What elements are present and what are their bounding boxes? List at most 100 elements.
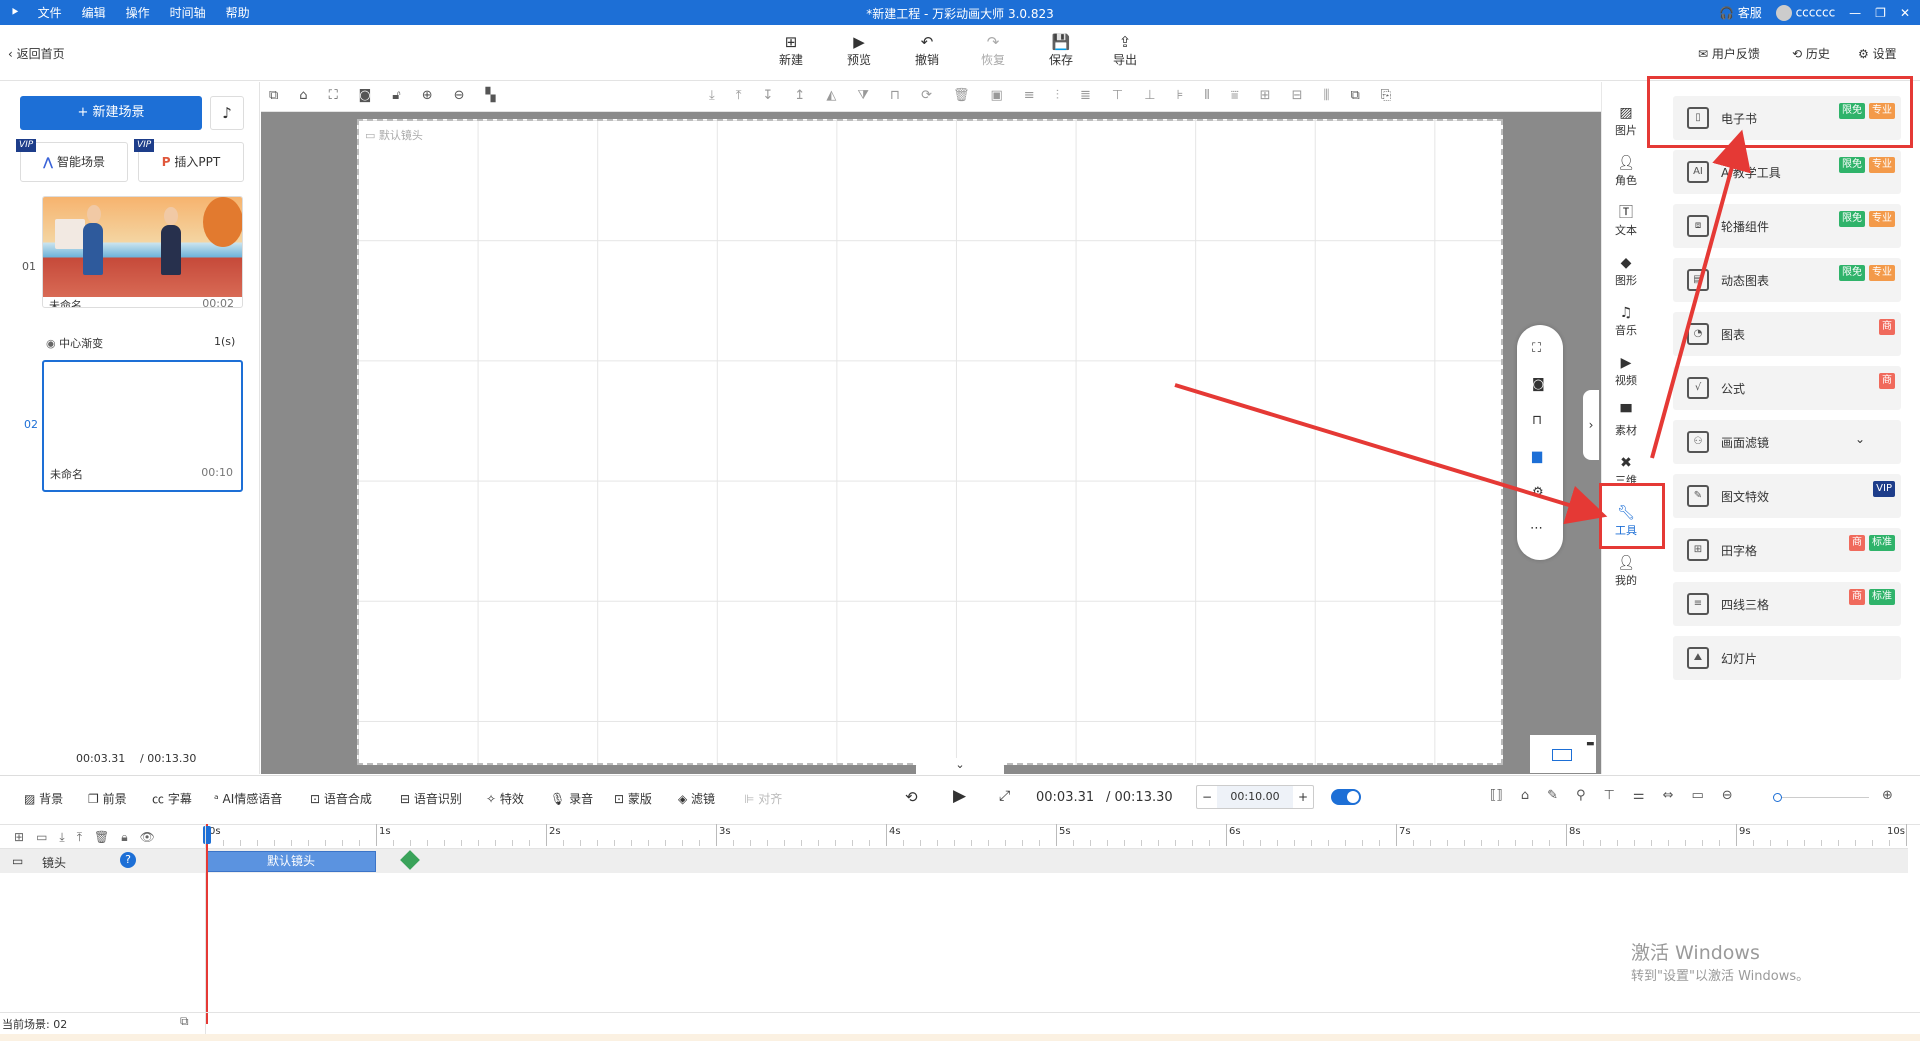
- move-bottom-icon[interactable]: ⤓: [709, 88, 715, 103]
- menu-timeline[interactable]: 时间轴: [160, 4, 216, 21]
- crop-icon[interactable]: ⟦⟧: [1490, 788, 1503, 803]
- align-bottom-icon[interactable]: ⊧: [1177, 88, 1184, 103]
- chevron-down-icon[interactable]: ⌄: [1855, 432, 1865, 446]
- timeline-tool-7[interactable]: ✧ 特效: [486, 790, 524, 807]
- add-folder-icon[interactable]: ⊞: [14, 830, 24, 845]
- fullscreen-icon[interactable]: ⤢: [999, 788, 1010, 804]
- camera-icon[interactable]: ◙: [1532, 377, 1545, 392]
- rotate-icon[interactable]: ⟳: [921, 88, 932, 103]
- music-note-icon[interactable]: ♪: [210, 96, 244, 130]
- back-home-button[interactable]: ‹ 返回首页: [8, 45, 65, 62]
- move-top-icon[interactable]: ⤒: [736, 88, 742, 103]
- flip-vertical-icon[interactable]: ⧩: [857, 88, 869, 103]
- move-up-icon[interactable]: ↥: [794, 88, 805, 103]
- help-icon[interactable]: ?: [120, 852, 136, 868]
- rail-item-music[interactable]: ♫ 音乐: [1602, 304, 1650, 338]
- rail-item-shape[interactable]: ◆ 图形: [1602, 254, 1650, 288]
- distribute-h-icon[interactable]: ⫴: [1204, 88, 1209, 103]
- paste-icon[interactable]: ⎘: [1381, 88, 1391, 103]
- layer-icon[interactable]: ▚: [486, 88, 496, 103]
- delete-icon[interactable]: 🗑︎: [953, 88, 970, 103]
- timeline-tool-8[interactable]: 🎙︎ 录音: [550, 790, 593, 807]
- timeline-tool-4[interactable]: ᵃ AI情感语音: [214, 790, 282, 807]
- tool-card-8[interactable]: ✎ 图文特效 VIP: [1673, 474, 1901, 518]
- rail-item-video[interactable]: ▶ 视频: [1602, 354, 1650, 388]
- rail-item-text[interactable]: 🅃 文本: [1602, 204, 1650, 238]
- format-painter-icon[interactable]: ⧉: [269, 88, 278, 103]
- new-button[interactable]: ⊞ 新建: [768, 33, 814, 68]
- unlock-icon[interactable]: ⊓: [890, 88, 900, 103]
- timeline-tool-2[interactable]: ❐ 前景: [88, 790, 127, 807]
- rail-item-character[interactable]: 👤︎ 角色: [1602, 154, 1650, 188]
- insert-ppt-button[interactable]: VIP P 插入PPT: [134, 139, 244, 182]
- align-left-icon[interactable]: ≡: [1024, 88, 1035, 103]
- same-width-icon[interactable]: ⊞: [1260, 88, 1271, 103]
- smart-scene-button[interactable]: VIP ⋀ 智能场景: [16, 139, 128, 182]
- menu-help[interactable]: 帮助: [216, 4, 260, 21]
- play-button[interactable]: ▶: [953, 786, 966, 806]
- restore-icon[interactable]: ❐: [1875, 6, 1886, 20]
- save-button[interactable]: 💾 保存: [1038, 33, 1084, 68]
- duration-input[interactable]: 00:10.00: [1217, 786, 1293, 808]
- flip-horizontal-icon[interactable]: ◭: [826, 88, 836, 103]
- rail-item-mine[interactable]: 👤︎ 我的: [1602, 554, 1650, 588]
- new-scene-button[interactable]: + 新建场景: [20, 96, 202, 130]
- lock-icon[interactable]: 🔒︎: [121, 830, 127, 845]
- user-menu[interactable]: cccccc: [1775, 4, 1835, 21]
- menu-edit[interactable]: 编辑: [72, 4, 116, 21]
- zoom-in-icon[interactable]: ⊕: [1882, 788, 1893, 803]
- tool-card-7[interactable]: ⚇ 画面滤镜 ⌄: [1673, 420, 1901, 464]
- undo-button[interactable]: ↶ 撤销: [904, 33, 950, 68]
- distribute-v-icon[interactable]: ⩸: [1231, 88, 1239, 103]
- tool-card-4[interactable]: ▤ 动态图表 专业 限免: [1673, 258, 1901, 302]
- move-up-icon[interactable]: ⤒: [77, 830, 82, 845]
- timeline-tool-3[interactable]: ㏄ 字幕: [152, 790, 192, 807]
- tool-card-11[interactable]: ⛰ 幻灯片: [1673, 636, 1901, 680]
- scene-thumbnail-1[interactable]: 未命名 00:02: [42, 196, 243, 308]
- same-height-icon[interactable]: ⊟: [1292, 88, 1303, 103]
- minus-icon[interactable]: −: [1197, 790, 1217, 804]
- lock-icon[interactable]: ⊓: [1532, 413, 1542, 428]
- timeline-tool-1[interactable]: ▨ 背景: [24, 790, 63, 807]
- rail-item-material[interactable]: ▀ 素材: [1602, 404, 1650, 438]
- zoom-slider[interactable]: [1773, 793, 1869, 802]
- toggle-switch[interactable]: [1331, 789, 1361, 805]
- timeline-tool-6[interactable]: ⊟ 语音识别: [400, 790, 462, 807]
- fit-screen-icon[interactable]: ⛶: [1532, 341, 1541, 356]
- service-button[interactable]: 🎧 客服: [1719, 4, 1762, 21]
- transition-item[interactable]: ◉ 中心渐变: [46, 335, 103, 351]
- edit-icon[interactable]: ✎: [1547, 788, 1558, 803]
- zoom-in-icon[interactable]: ⊕: [422, 88, 433, 103]
- chevron-down-icon[interactable]: ⌄: [916, 758, 1004, 774]
- timeline-tool-9[interactable]: ⊡ 蒙版: [614, 790, 652, 807]
- copy-icon[interactable]: ⧉: [180, 1014, 189, 1029]
- duration-stepper[interactable]: − 00:10.00 +: [1196, 785, 1314, 809]
- align-top-icon[interactable]: ⊤: [1112, 88, 1123, 103]
- close-icon[interactable]: ✕: [1900, 6, 1910, 20]
- playhead[interactable]: [206, 824, 208, 1024]
- timeline-tool-11[interactable]: ⊫ 对齐: [744, 790, 782, 807]
- move-down-icon[interactable]: ⤓: [59, 830, 64, 845]
- scene-thumbnail-2[interactable]: 未命名 00:10: [42, 360, 243, 492]
- tool-card-5[interactable]: ◔ 图表 商: [1673, 312, 1901, 356]
- timeline-tool-10[interactable]: ◈ 滤镜: [678, 790, 715, 807]
- zoom-out-icon[interactable]: ⊖: [454, 88, 465, 103]
- gear-icon[interactable]: ⚙: [1532, 485, 1544, 500]
- timeline-tool-5[interactable]: ⊡ 语音合成: [310, 790, 372, 807]
- space-icon[interactable]: ⫼: [1323, 88, 1329, 103]
- fit-screen-icon[interactable]: ⛶: [329, 88, 338, 103]
- align-right-icon[interactable]: ≣: [1080, 88, 1091, 103]
- group-icon[interactable]: ▣: [991, 88, 1003, 103]
- rail-item-image[interactable]: ▨ 图片: [1602, 104, 1650, 138]
- replay-icon[interactable]: ⟲: [905, 788, 918, 806]
- tool-card-10[interactable]: ≡ 四线三格 标准商: [1673, 582, 1901, 626]
- align-center-icon[interactable]: ⫶: [1056, 88, 1059, 103]
- snapshot-icon[interactable]: ⌂: [1521, 788, 1529, 803]
- tool-card-3[interactable]: ⧈ 轮播组件 专业 限免: [1673, 204, 1901, 248]
- menu-operate[interactable]: 操作: [116, 4, 160, 21]
- menu-file[interactable]: 文件: [28, 4, 72, 21]
- screen-icon[interactable]: ▆: [1532, 449, 1542, 464]
- redo-button[interactable]: ↷ 恢复: [970, 33, 1016, 68]
- align-middle-icon[interactable]: ⊥: [1144, 88, 1155, 103]
- tool-card-2[interactable]: AI AI教学工具 专业 限免: [1673, 150, 1901, 194]
